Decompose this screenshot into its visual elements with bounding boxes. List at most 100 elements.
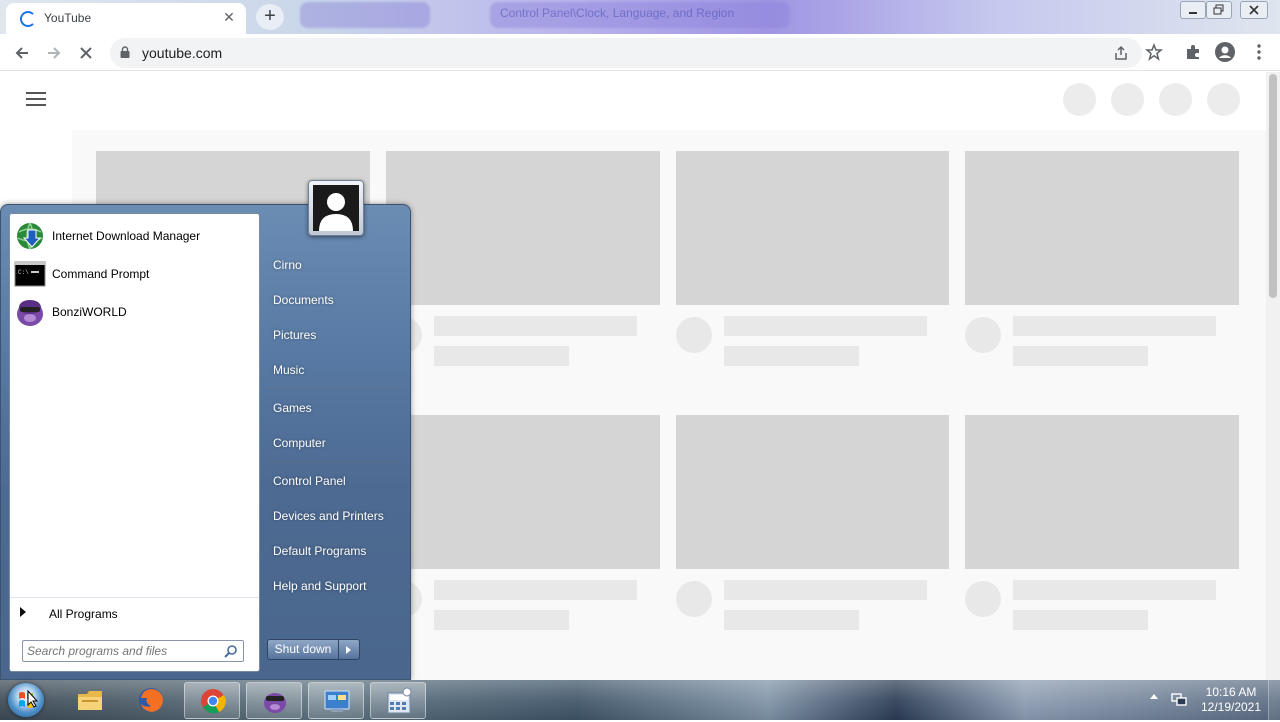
meta-line-skeleton bbox=[434, 610, 569, 630]
extensions-puzzle-icon[interactable] bbox=[1184, 43, 1202, 61]
start-link-games[interactable]: Games bbox=[273, 401, 312, 415]
start-link-user-folder[interactable]: Cirno bbox=[273, 258, 302, 272]
start-link-help-support[interactable]: Help and Support bbox=[273, 579, 366, 593]
taskbar-calculator[interactable] bbox=[370, 682, 426, 719]
idm-globe-icon bbox=[17, 222, 43, 250]
start-link-computer[interactable]: Computer bbox=[273, 436, 326, 450]
channel-avatar-skeleton bbox=[676, 317, 712, 353]
video-thumbnail-skeleton bbox=[676, 151, 949, 305]
chevron-right-icon bbox=[20, 607, 26, 617]
start-search-box[interactable] bbox=[22, 640, 244, 662]
clock-date: 12/19/2021 bbox=[1200, 700, 1262, 714]
firefox-icon bbox=[139, 688, 163, 712]
bonzi-icon bbox=[264, 693, 286, 713]
control-panel-icon bbox=[324, 690, 350, 712]
tab-youtube[interactable]: YouTube ✕ bbox=[6, 3, 246, 34]
skeleton-button bbox=[1207, 83, 1240, 116]
url-text: youtube.com bbox=[142, 45, 223, 61]
start-link-music[interactable]: Music bbox=[273, 363, 304, 377]
scrollbar-thumb[interactable] bbox=[1269, 74, 1277, 298]
video-thumbnail-skeleton bbox=[965, 151, 1239, 305]
start-menu-programs-pane: Internet Download Manager C:\ Command Pr… bbox=[9, 213, 260, 672]
new-tab-button[interactable]: + bbox=[256, 4, 284, 30]
share-icon[interactable] bbox=[1113, 45, 1129, 61]
tab-close-button[interactable]: ✕ bbox=[220, 8, 238, 26]
start-link-control-panel[interactable]: Control Panel bbox=[273, 474, 346, 488]
forward-button[interactable] bbox=[42, 41, 66, 65]
lock-icon bbox=[120, 46, 130, 58]
show-desktop-button[interactable] bbox=[1268, 680, 1280, 720]
stop-loading-button[interactable] bbox=[74, 41, 98, 65]
minimize-icon bbox=[1189, 12, 1197, 14]
taskbar-file-explorer[interactable] bbox=[62, 682, 118, 719]
program-internet-download-manager[interactable]: Internet Download Manager bbox=[12, 218, 257, 254]
user-picture[interactable] bbox=[308, 180, 364, 236]
start-menu-separator bbox=[268, 388, 400, 389]
skeleton-button bbox=[1063, 83, 1096, 116]
start-link-default-programs[interactable]: Default Programs bbox=[273, 544, 366, 558]
start-search-input[interactable] bbox=[27, 643, 217, 659]
user-avatar-icon bbox=[313, 185, 359, 231]
browser-tab-strip: Control Panel\Clock, Language, and Regio… bbox=[0, 0, 1280, 34]
meta-line-skeleton bbox=[1013, 346, 1148, 366]
page-scrollbar[interactable] bbox=[1266, 72, 1280, 680]
cmd-icon: C:\ bbox=[14, 261, 46, 287]
search-icon[interactable] bbox=[224, 644, 238, 658]
taskbar-firefox[interactable] bbox=[123, 682, 179, 719]
address-bar[interactable]: youtube.com bbox=[110, 38, 1142, 68]
meta-line-skeleton bbox=[434, 346, 569, 366]
loading-spinner-icon bbox=[20, 11, 36, 27]
back-button[interactable] bbox=[10, 41, 34, 65]
all-programs-label: All Programs bbox=[49, 607, 118, 621]
video-thumbnail-skeleton bbox=[386, 151, 660, 305]
svg-text:C:\: C:\ bbox=[18, 269, 29, 276]
title-line-skeleton bbox=[1013, 316, 1216, 336]
background-blur bbox=[300, 2, 430, 28]
program-command-prompt[interactable]: C:\ Command Prompt bbox=[12, 256, 257, 292]
close-icon bbox=[1249, 5, 1259, 15]
file-explorer-icon bbox=[78, 691, 102, 710]
network-icon[interactable] bbox=[1171, 691, 1187, 707]
shutdown-options-button[interactable] bbox=[339, 639, 360, 660]
chevron-right-icon bbox=[346, 646, 351, 654]
browser-toolbar: youtube.com bbox=[0, 34, 1280, 71]
program-label: Internet Download Manager bbox=[52, 229, 201, 243]
start-link-pictures[interactable]: Pictures bbox=[273, 328, 316, 342]
arrow-right-icon bbox=[48, 47, 61, 59]
restore-button[interactable] bbox=[1206, 1, 1232, 19]
shutdown-button[interactable]: Shut down bbox=[267, 639, 339, 660]
mouse-cursor-icon bbox=[27, 690, 39, 708]
start-link-documents[interactable]: Documents bbox=[273, 293, 334, 307]
show-hidden-icons-button[interactable] bbox=[1150, 694, 1158, 699]
minimize-button[interactable] bbox=[1180, 1, 1206, 19]
bookmark-star-icon[interactable] bbox=[1145, 43, 1163, 61]
bonzi-icon bbox=[17, 300, 43, 326]
close-window-button[interactable] bbox=[1240, 1, 1268, 19]
clock-time: 10:16 AM bbox=[1205, 685, 1257, 699]
video-thumbnail-skeleton bbox=[386, 415, 660, 569]
system-clock[interactable]: 10:16 AM 12/19/2021 bbox=[1196, 685, 1266, 715]
title-line-skeleton bbox=[724, 316, 927, 336]
meta-line-skeleton bbox=[1013, 610, 1148, 630]
taskbar: 10:16 AM 12/19/2021 bbox=[0, 680, 1280, 720]
meta-line-skeleton bbox=[724, 610, 859, 630]
taskbar-control-panel[interactable] bbox=[308, 682, 364, 719]
taskbar-chrome[interactable] bbox=[184, 682, 240, 719]
channel-avatar-skeleton bbox=[676, 581, 712, 617]
start-link-devices-printers[interactable]: Devices and Printers bbox=[273, 509, 384, 523]
more-menu-icon[interactable] bbox=[1252, 43, 1266, 61]
stop-icon bbox=[80, 47, 92, 59]
chrome-icon bbox=[201, 689, 226, 714]
restore-icon bbox=[1213, 4, 1224, 15]
guide-menu-icon[interactable] bbox=[26, 92, 46, 106]
profile-avatar-icon[interactable] bbox=[1215, 42, 1235, 62]
program-bonziworld[interactable]: BonziWORLD bbox=[12, 294, 257, 330]
video-thumbnail-skeleton bbox=[965, 415, 1239, 569]
calculator-icon bbox=[387, 687, 412, 714]
program-label: Command Prompt bbox=[52, 267, 150, 281]
all-programs-button[interactable]: All Programs bbox=[10, 597, 259, 627]
program-label: BonziWORLD bbox=[52, 305, 127, 319]
channel-avatar-skeleton bbox=[965, 581, 1001, 617]
title-line-skeleton bbox=[434, 580, 637, 600]
taskbar-bonziworld[interactable] bbox=[246, 682, 302, 719]
